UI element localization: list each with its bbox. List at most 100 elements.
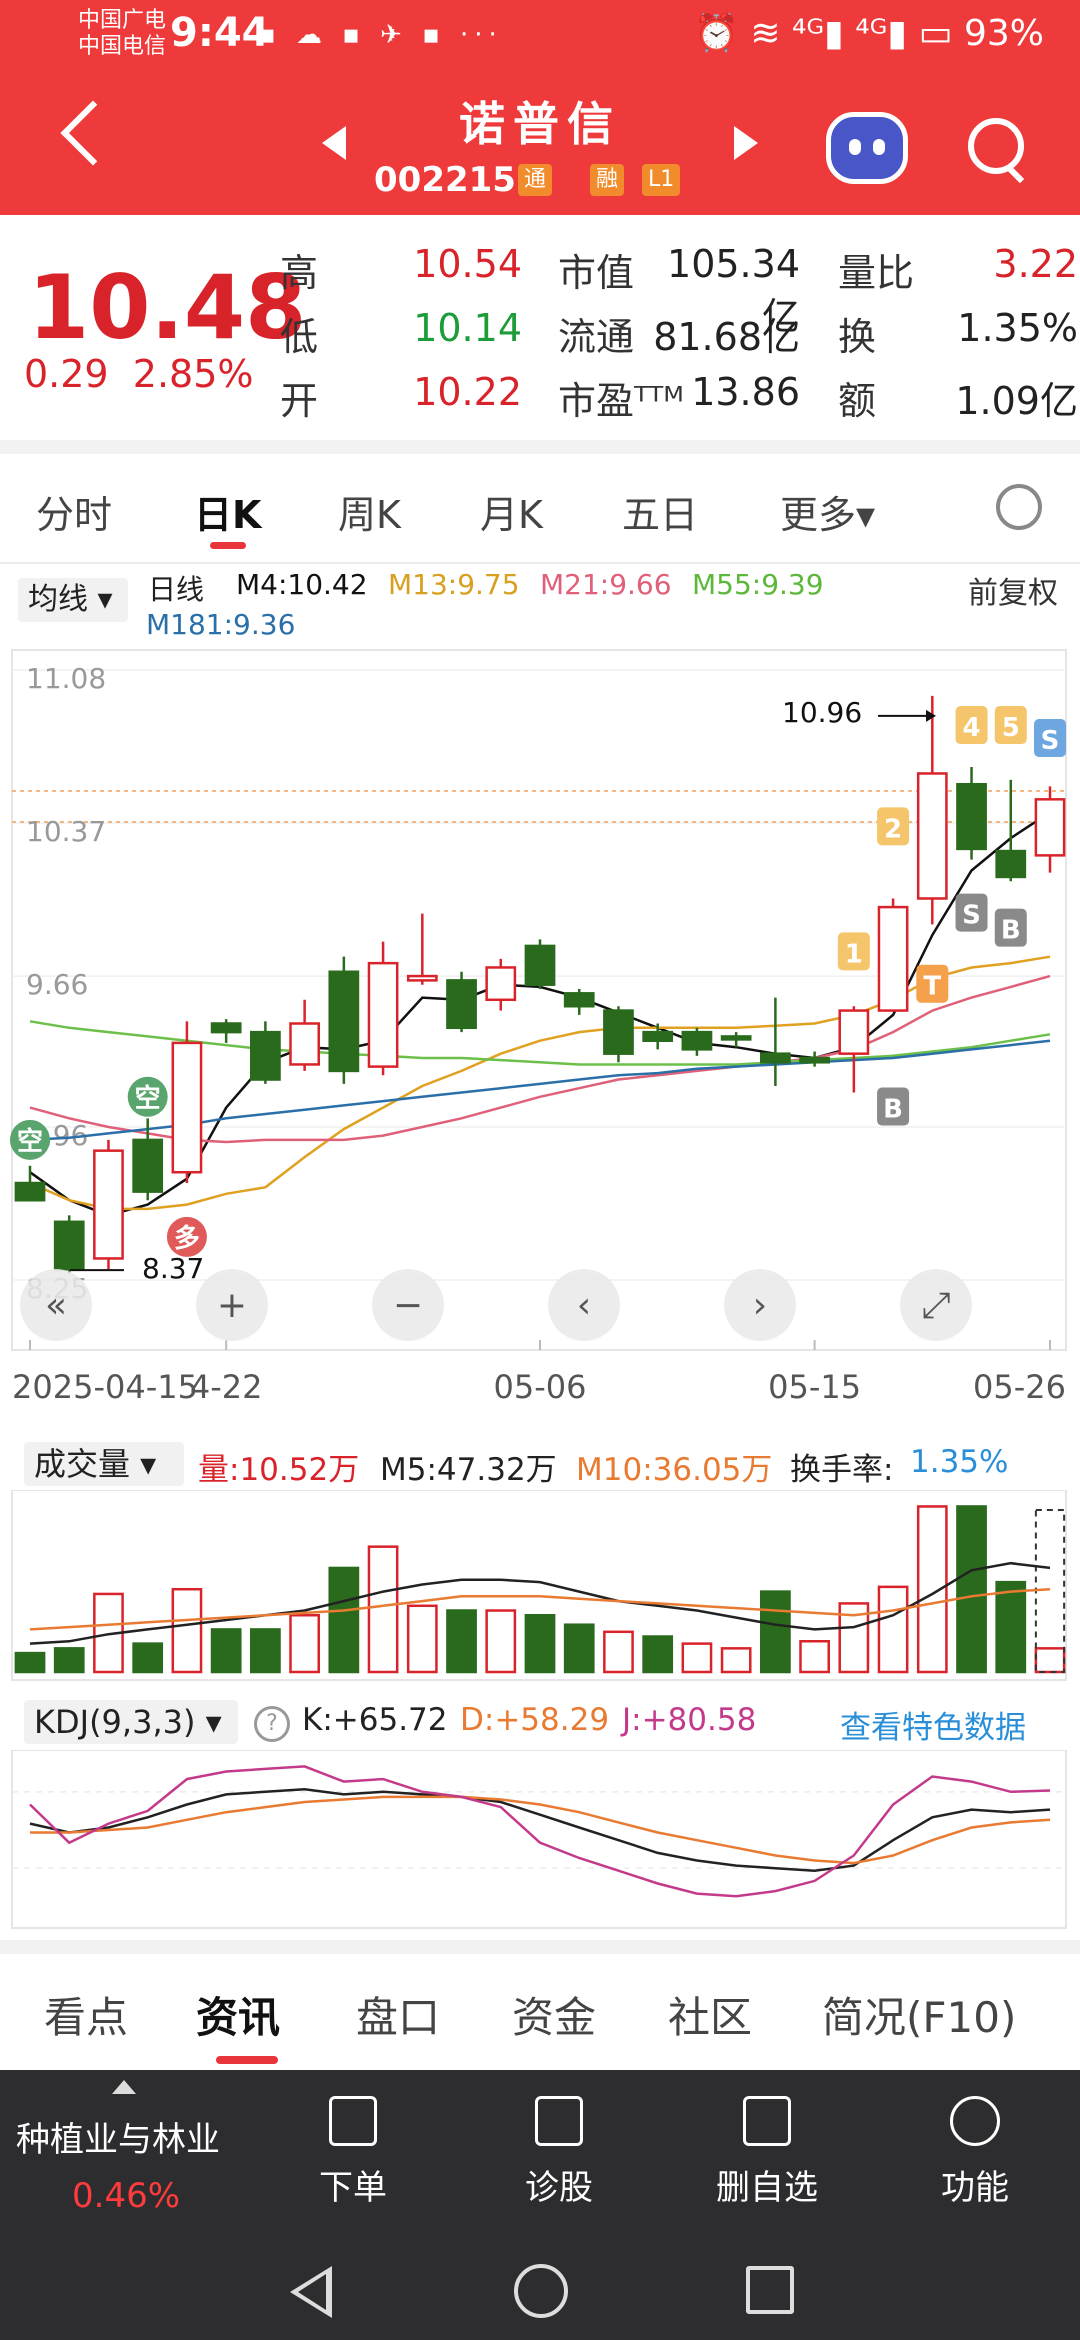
candle-down: [328, 970, 360, 1073]
label-turnover: 换: [838, 315, 877, 359]
candle-down: [760, 1052, 791, 1064]
value-turnover: 1.35%: [957, 306, 1078, 350]
volume-bar-down: [524, 1613, 556, 1674]
adjust-mode-button[interactable]: 前复权: [968, 568, 1058, 612]
candle-down: [563, 992, 595, 1008]
ma181-value: M181:9.36: [146, 608, 296, 641]
volume-bar-down: [956, 1505, 987, 1674]
change-value: 0.29: [24, 352, 109, 396]
label-open: 开: [280, 379, 319, 423]
featured-data-link[interactable]: 查看特色数据: [840, 1702, 1026, 1747]
ma4-value: M4:10.42: [236, 568, 368, 601]
section-divider: [0, 1940, 1080, 1954]
candle-down: [603, 1009, 634, 1055]
candle-down: [995, 849, 1027, 879]
candle-up: [485, 966, 517, 1002]
candle-down: [132, 1138, 164, 1193]
back-arrow-icon[interactable]: [60, 100, 126, 166]
x-tick-label: 4-22: [190, 1368, 263, 1406]
candle-up: [916, 772, 948, 900]
volume-bar-up: [171, 1587, 203, 1674]
candlestick-chart[interactable]: 11.0810.379.668.968.25 10.968.37空空多1245S…: [0, 640, 1080, 1410]
robot-assistant-icon[interactable]: [826, 112, 908, 184]
settings-icon[interactable]: [996, 484, 1042, 530]
candle-up: [289, 1022, 320, 1066]
help-icon[interactable]: ?: [254, 1706, 290, 1742]
expand-caret-icon[interactable]: [112, 2080, 136, 2094]
nav-recents-icon[interactable]: [746, 2266, 794, 2314]
marker-text: 4: [962, 713, 980, 743]
candle-down: [681, 1030, 713, 1051]
ma-selector-button[interactable]: 均线 ▾: [18, 578, 128, 622]
x-tick-label: 05-06: [494, 1368, 587, 1406]
volume-bar-up: [603, 1630, 634, 1674]
volume-bar-down: [328, 1566, 360, 1674]
tab-news[interactable]: 资讯: [196, 1984, 280, 2045]
volume-bar-up: [1034, 1647, 1066, 1674]
chart-control-icon: +: [217, 1285, 247, 1326]
candle-down: [210, 1022, 242, 1034]
volume-indicator-button[interactable]: 成交量 ▾: [24, 1442, 184, 1486]
marker-text: 多: [174, 1224, 200, 1254]
badge-l1: L1: [642, 164, 681, 196]
volume-bar-down: [53, 1647, 85, 1674]
candle-up: [877, 905, 909, 1012]
candle-up: [838, 1009, 870, 1055]
chart-control-icon: −: [393, 1285, 423, 1326]
kdj-d: D:+58.29: [460, 1702, 610, 1738]
ma55-value: M55:9.39: [692, 568, 824, 601]
turnover-value: 1.35%: [910, 1444, 1009, 1480]
tab-highlights[interactable]: 看点: [44, 1984, 128, 2045]
marker-text: S: [1041, 726, 1060, 756]
active-tab-indicator: [210, 542, 246, 549]
value-high: 10.54: [413, 242, 522, 286]
value-open: 10.22: [413, 370, 522, 414]
volume-bar-down: [760, 1590, 791, 1674]
chart-control-icon: ›: [753, 1285, 767, 1326]
kdj-k: K:+65.72: [302, 1702, 448, 1738]
tab-divider: [0, 562, 1080, 564]
marker-text: T: [923, 972, 941, 1002]
label-high: 高: [280, 251, 319, 295]
tab-capital[interactable]: 资金: [512, 1984, 596, 2045]
tab-monthly-k[interactable]: 月K: [480, 484, 543, 539]
tab-more[interactable]: 更多▾: [780, 484, 875, 539]
volume-bar-down: [995, 1580, 1027, 1674]
tab-intraday[interactable]: 分时: [36, 484, 112, 539]
kdj-indicator-button[interactable]: KDJ(9,3,3) ▾: [24, 1700, 238, 1744]
tab-community[interactable]: 社区: [668, 1984, 752, 2045]
label-amount: 额: [838, 379, 877, 423]
candle-up: [1034, 798, 1066, 857]
tab-weekly-k[interactable]: 周K: [338, 484, 401, 539]
search-icon[interactable]: [968, 118, 1024, 174]
tab-order-book[interactable]: 盘口: [356, 1984, 440, 2045]
volume-bar-down: [210, 1628, 242, 1674]
badge-tong: 通: [518, 164, 553, 196]
high-price-label: 10.96: [782, 696, 862, 729]
sector-name[interactable]: 种植业与林业: [16, 2112, 220, 2161]
candle-down: [799, 1056, 830, 1064]
order-button[interactable]: 下单: [278, 2084, 428, 2209]
volume-bar-up: [877, 1585, 909, 1674]
volume-m10: M10:36.05万: [576, 1452, 773, 1488]
next-stock-icon[interactable]: [734, 126, 758, 160]
functions-button[interactable]: 功能: [900, 2084, 1050, 2209]
marker-text: B: [1001, 916, 1021, 946]
tab-five-day[interactable]: 五日: [622, 484, 698, 539]
volume-bar-up: [720, 1647, 752, 1674]
status-right-icons: ⏰ ≋ ⁴ᴳ▮ ⁴ᴳ▮ ▭ 93%: [694, 13, 1044, 54]
diagnose-button[interactable]: 诊股: [484, 2084, 634, 2209]
carrier-1: 中国广电: [78, 8, 167, 33]
chart-control-icon: «: [45, 1285, 67, 1326]
volume-bar-up: [485, 1609, 517, 1674]
candle-down: [956, 782, 987, 851]
label-low: 低: [280, 315, 319, 359]
volume-bar-down: [132, 1642, 164, 1674]
tab-profile-f10[interactable]: 简况(F10): [822, 1984, 1016, 2045]
nav-back-icon-inner: [298, 2274, 326, 2310]
prev-stock-icon[interactable]: [322, 126, 346, 160]
remove-watchlist-button[interactable]: 删自选: [692, 2084, 842, 2209]
nav-home-icon[interactable]: [514, 2264, 568, 2318]
volume-bar-up: [406, 1604, 438, 1674]
tab-daily-k[interactable]: 日K: [194, 484, 261, 539]
